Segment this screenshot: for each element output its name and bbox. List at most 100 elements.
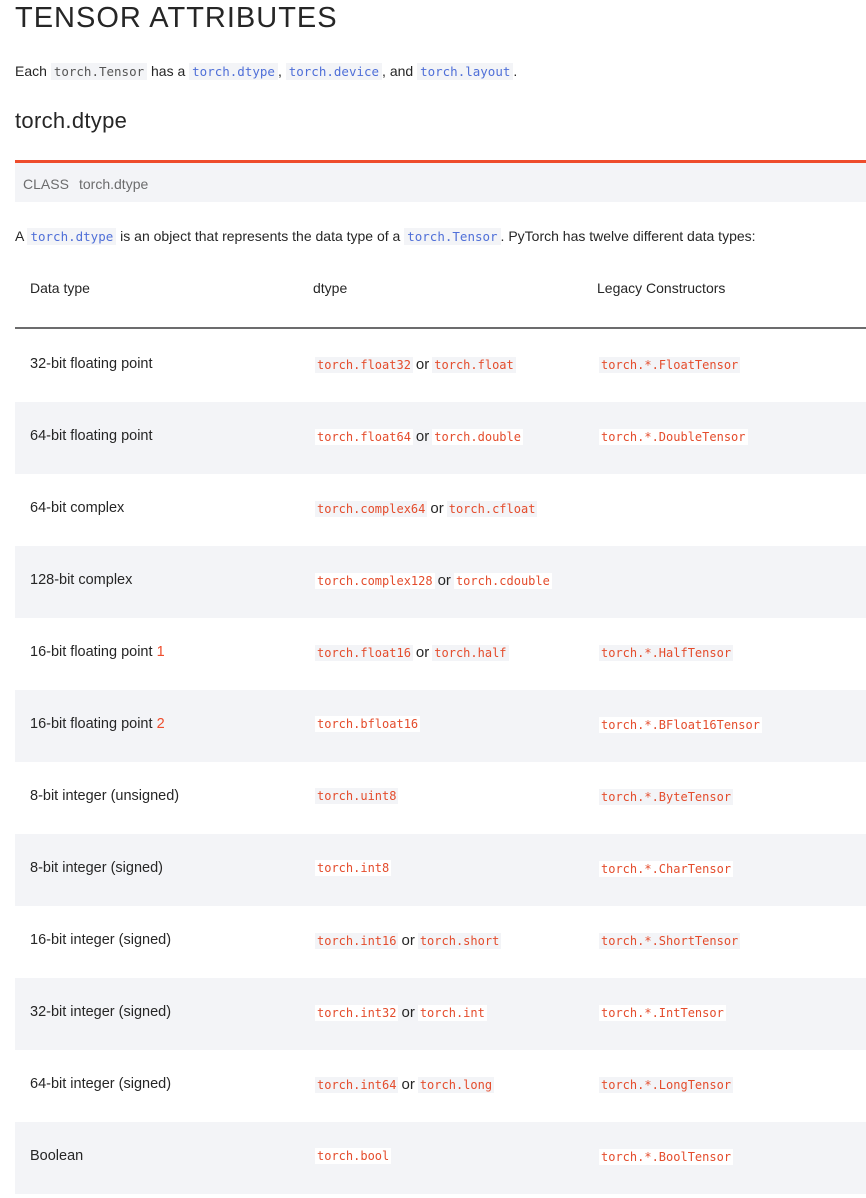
page-title: TENSOR ATTRIBUTES (15, 2, 338, 34)
legacy-code: torch.*.FloatTensor (599, 357, 741, 373)
cell-dtype: torch.uint8 (315, 788, 399, 804)
legacy-code: torch.*.DoubleTensor (599, 429, 748, 445)
cell-dtype: torch.float64 or torch.double (315, 428, 523, 445)
device-link[interactable]: torch.device (285, 63, 383, 80)
table-row: 64-bit floating point torch.float64 or torc… (15, 402, 866, 474)
cell-dtype: torch.int64 or torch.long (315, 1076, 495, 1093)
section-title: torch.dtype (15, 108, 128, 133)
desc-end: . PyTorch has twelve different data type… (500, 228, 756, 244)
legacy-code: torch.*.ShortTensor (599, 933, 741, 949)
cell-dtype: torch.bfloat16 (315, 716, 421, 732)
data-type-text: 32-bit integer (signed) (30, 1004, 172, 1020)
dtype-code: torch.float16 (315, 645, 413, 661)
dtype-code: torch.int16 (315, 933, 399, 949)
table-row: 16-bit floating point 2 torch.bfloat16 tor… (15, 690, 866, 762)
dtype-code: torch.bfloat16 (315, 716, 421, 732)
table-row: 32-bit integer (signed) torch.int32 or torc… (15, 978, 866, 1050)
dtype-alias-code: torch.cfloat (446, 501, 538, 517)
footnote-link[interactable]: 2 (157, 716, 165, 732)
legacy-code: torch.*.CharTensor (599, 861, 734, 877)
dtype-code: torch.float32 (315, 357, 413, 373)
cell-dtype: torch.complex128 or torch.cdouble (315, 572, 552, 589)
dtype-code: torch.complex128 (315, 573, 435, 589)
dtype-alias-code: torch.cdouble (453, 573, 552, 589)
cell-data-type: 16-bit floating point 2 (30, 716, 165, 732)
legacy-code: torch.*.LongTensor (599, 1077, 734, 1093)
cell-data-type: 64-bit floating point (30, 428, 153, 444)
desc-a: A (15, 228, 24, 244)
intro-prefix: Each (15, 63, 47, 79)
intro-and: , and (382, 63, 414, 79)
cell-data-type: Boolean (30, 1148, 83, 1164)
dtype-alias-code: torch.float (432, 357, 516, 373)
dtype-alias-code: torch.short (417, 933, 502, 949)
data-type-text: 64-bit floating point (30, 428, 153, 444)
or-text: or (401, 1004, 415, 1021)
layout-link[interactable]: torch.layout (417, 63, 514, 80)
intro-sep: , (277, 63, 282, 79)
footnote-link[interactable]: 1 (157, 644, 165, 660)
header-legacy: Legacy Constructors (597, 280, 726, 296)
cell-dtype: torch.int32 or torch.int (315, 1004, 487, 1021)
dtype-alias-code: torch.int (417, 1005, 487, 1021)
class-signature: CLASS torch.dtype (15, 160, 866, 202)
data-type-text: 64-bit integer (signed) (30, 1076, 172, 1092)
cell-legacy: torch.*.BFloat16Tensor (599, 716, 762, 734)
cell-legacy: torch.*.BoolTensor (599, 1148, 734, 1166)
data-type-text: Boolean (30, 1148, 84, 1164)
legacy-code: torch.*.HalfTensor (599, 645, 734, 661)
data-type-text: 32-bit floating point (30, 356, 153, 372)
cell-legacy: torch.*.CharTensor (599, 860, 734, 878)
cell-data-type: 8-bit integer (unsigned) (30, 788, 179, 804)
data-type-text: 128-bit complex (30, 572, 133, 588)
dtype-code: torch.uint8 (315, 788, 399, 804)
table-row: 64-bit integer (signed) torch.int64 or torc… (15, 1050, 866, 1122)
desc-tensor-link[interactable]: torch.Tensor (404, 228, 501, 245)
cell-data-type: 16-bit integer (signed) (30, 932, 171, 948)
cell-dtype: torch.bool (315, 1148, 392, 1164)
desc-dtype-link[interactable]: torch.dtype (27, 228, 117, 245)
or-text: or (430, 500, 444, 517)
dtype-link[interactable]: torch.dtype (189, 63, 278, 80)
legacy-code: torch.*.BFloat16Tensor (599, 717, 762, 733)
cell-dtype: torch.int16 or torch.short (315, 932, 502, 949)
cell-data-type: 128-bit complex (30, 572, 132, 588)
cell-legacy: torch.*.ByteTensor (599, 788, 734, 806)
cell-legacy: torch.*.DoubleTensor (599, 428, 748, 446)
page: TENSOR ATTRIBUTES Each torch.Tensor has … (0, 0, 866, 1198)
data-type-text: 64-bit complex (30, 500, 125, 516)
intro-paragraph: Each torch.Tensor has a torch.dtype, tor… (15, 63, 517, 80)
dtype-alias-code: torch.half (432, 645, 509, 661)
cell-data-type: 64-bit complex (30, 500, 124, 516)
cell-legacy: torch.*.ShortTensor (599, 932, 741, 950)
dtype-code: torch.complex64 (315, 501, 428, 517)
cell-legacy: torch.*.FloatTensor (599, 356, 741, 374)
data-type-text: 8-bit integer (signed) (30, 860, 163, 876)
tensor-code: torch.Tensor (50, 63, 148, 80)
dtype-alias-code: torch.double (432, 429, 523, 445)
or-text: or (401, 1076, 415, 1093)
cell-legacy: torch.*.LongTensor (599, 1076, 734, 1094)
table-row: 8-bit integer (unsigned) torch.uint8 torch… (15, 762, 866, 834)
table-row: Boolean torch.bool torch.*.BoolTensor (15, 1122, 866, 1194)
table-row: 16-bit floating point 1 torch.float16 or to… (15, 618, 866, 690)
cell-dtype: torch.float16 or torch.half (315, 644, 509, 661)
dtype-code: torch.int64 (315, 1077, 399, 1093)
table-row: 64-bit complex torch.complex64 or torch.cfl… (15, 474, 866, 546)
header-dtype: dtype (313, 280, 348, 296)
table-row: 16-bit integer (signed) torch.int16 or torc… (15, 906, 866, 978)
data-type-text: 16-bit integer (signed) (30, 932, 172, 948)
legacy-code: torch.*.ByteTensor (599, 789, 734, 805)
cell-data-type: 8-bit integer (signed) (30, 860, 163, 876)
cell-data-type: 64-bit integer (signed) (30, 1076, 171, 1092)
or-text: or (415, 428, 430, 445)
class-name: torch.dtype (79, 176, 149, 192)
class-keyword: CLASS (23, 176, 69, 192)
or-text: or (415, 644, 430, 661)
or-text: or (415, 356, 430, 373)
legacy-code: torch.*.IntTensor (599, 1005, 726, 1021)
cell-dtype: torch.complex64 or torch.cfloat (315, 500, 538, 517)
table-row: 8-bit integer (signed) torch.int8 torch.*.… (15, 834, 866, 906)
cell-legacy: torch.*.HalfTensor (599, 644, 734, 662)
data-type-text: 8-bit integer (unsigned) (30, 788, 180, 804)
